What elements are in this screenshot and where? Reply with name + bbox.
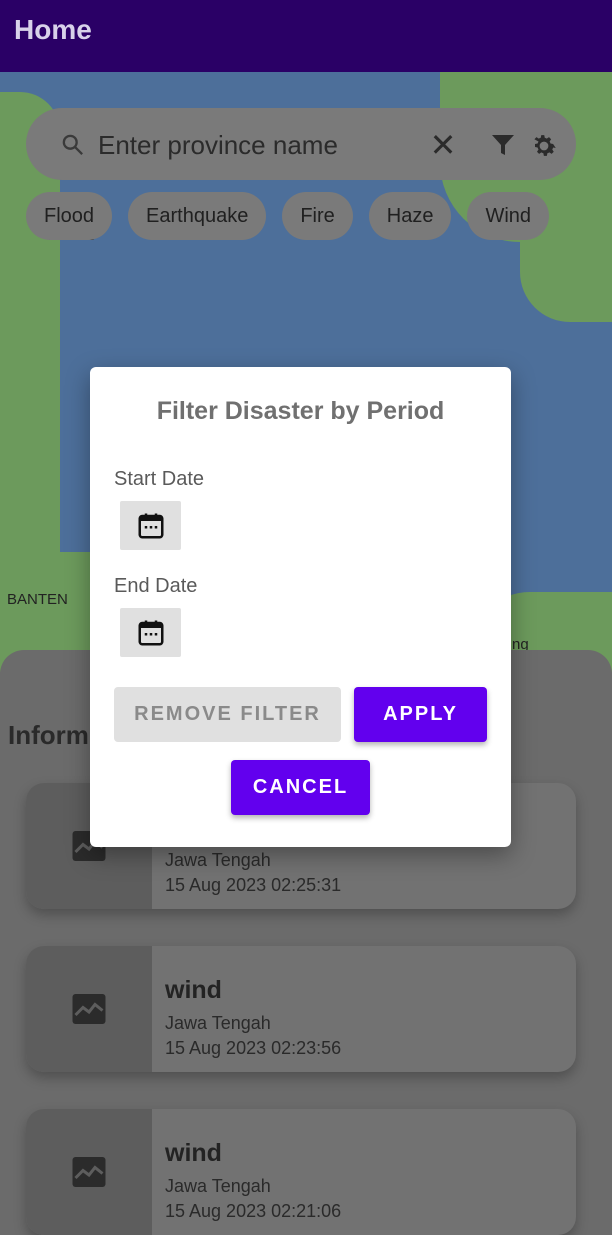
- card-region: Jawa Tengah: [165, 1176, 271, 1196]
- end-date-label: End Date: [114, 575, 198, 597]
- filter-chips: Flood Earthquake Fire Haze Wind: [26, 192, 550, 240]
- card-region: Jawa Tengah: [165, 850, 271, 870]
- search-icon: [62, 134, 83, 155]
- card-title: wind: [165, 1139, 222, 1167]
- chip-wind[interactable]: Wind: [467, 192, 550, 240]
- filter-icon[interactable]: [490, 133, 516, 157]
- search-bar[interactable]: Enter province name ✕: [26, 108, 576, 180]
- remove-filter-button[interactable]: REMOVE FILTER: [114, 687, 341, 742]
- filter-period-dialog: Filter Disaster by Period Start Date End…: [90, 367, 511, 847]
- start-date-button[interactable]: [120, 501, 181, 550]
- calendar-icon: [138, 620, 164, 646]
- start-date-label: Start Date: [114, 468, 205, 490]
- chip-haze[interactable]: Haze: [368, 192, 452, 240]
- card-timestamp: 15 Aug 2023 02:25:31: [165, 875, 342, 895]
- card-timestamp: 15 Aug 2023 02:23:56: [165, 1038, 342, 1058]
- search-input[interactable]: Enter province name: [98, 130, 338, 161]
- app-title: Home: [14, 14, 92, 45]
- gear-icon[interactable]: [529, 131, 559, 161]
- image-icon: [72, 994, 106, 1024]
- card-title: wind: [165, 976, 222, 1004]
- disaster-card[interactable]: wind Jawa Tengah 15 Aug 2023 02:23:56: [26, 946, 576, 1072]
- cancel-button[interactable]: CANCEL: [231, 760, 370, 815]
- chip-fire[interactable]: Fire: [282, 192, 353, 240]
- app-bar: Home: [0, 0, 612, 72]
- disaster-card[interactable]: wind Jawa Tengah 15 Aug 2023 02:21:06: [26, 1109, 576, 1235]
- map-label: BANTEN: [7, 591, 68, 608]
- card-thumbnail: [26, 946, 152, 1072]
- chip-flood[interactable]: Flood: [26, 192, 113, 240]
- card-region: Jawa Tengah: [165, 1013, 271, 1033]
- card-thumbnail: [26, 1109, 152, 1235]
- card-timestamp: 15 Aug 2023 02:21:06: [165, 1201, 342, 1221]
- dialog-title: Filter Disaster by Period: [156, 397, 445, 425]
- chip-earthquake[interactable]: Earthquake: [128, 192, 267, 240]
- section-title: Inform: [8, 720, 89, 750]
- map-land: [520, 242, 612, 322]
- calendar-icon: [138, 513, 164, 539]
- close-icon[interactable]: ✕: [428, 126, 458, 164]
- apply-button[interactable]: APPLY: [354, 687, 487, 742]
- end-date-button[interactable]: [120, 608, 181, 657]
- image-icon: [72, 1157, 106, 1187]
